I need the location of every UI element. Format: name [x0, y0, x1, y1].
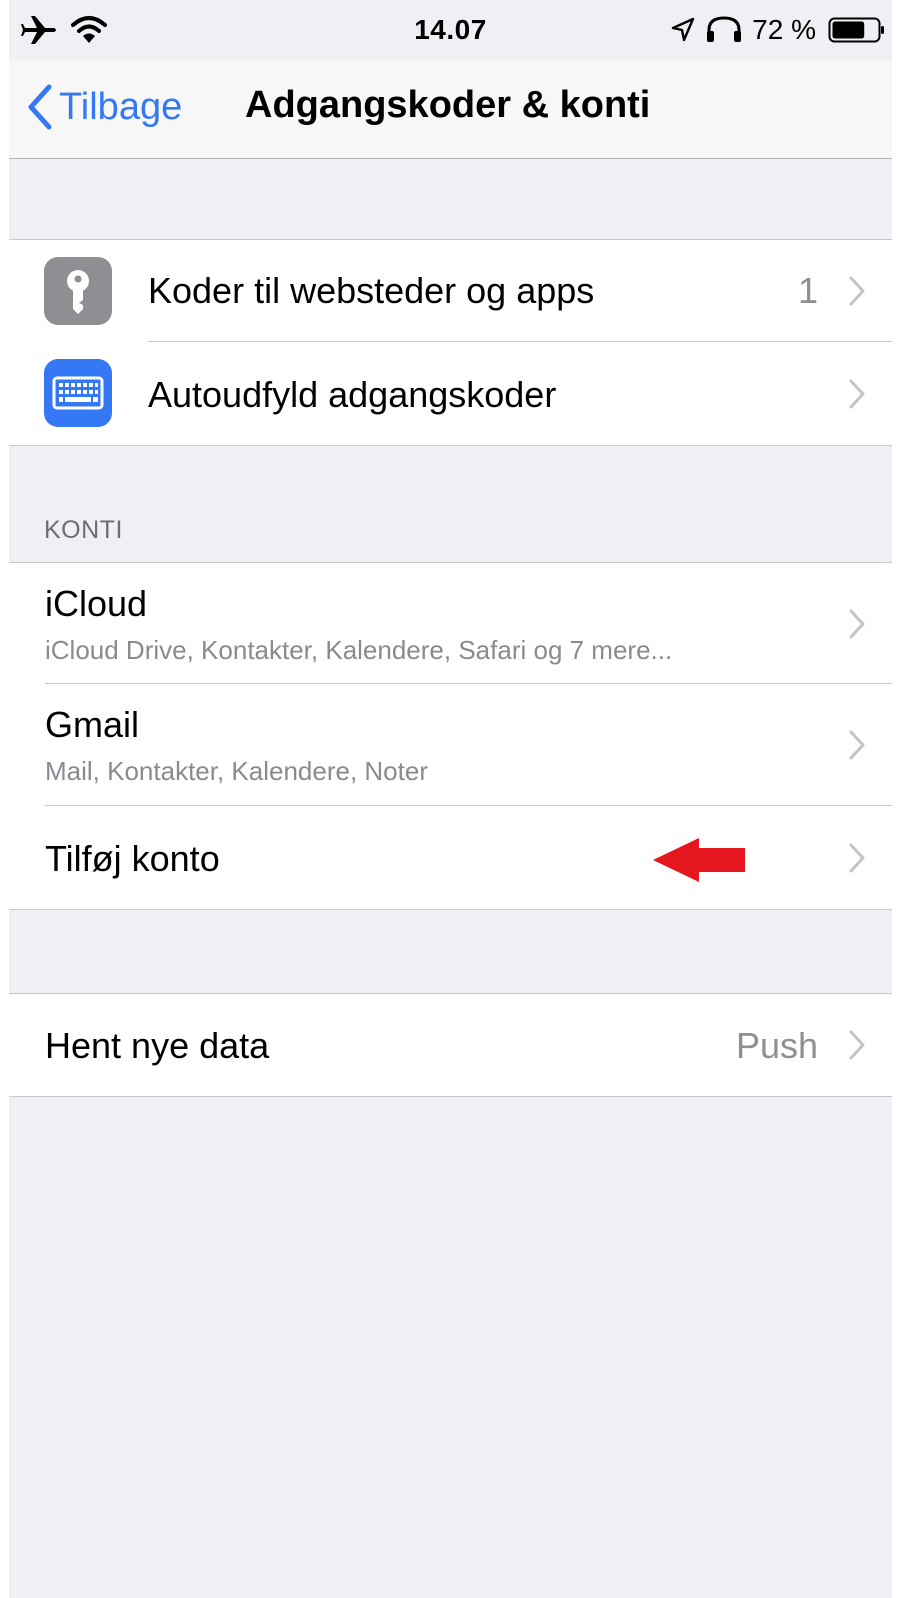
page-title: Adgangskoder & konti: [245, 84, 651, 126]
key-icon: [44, 257, 112, 325]
passwords-group: Koder til websteder og apps 1 Autoudfyld…: [9, 239, 892, 446]
account-services: Mail, Kontakter, Kalendere, Noter: [45, 756, 428, 786]
chevron-right-icon: [849, 730, 865, 760]
chevron-right-icon: [849, 843, 865, 873]
keyboard-icon: [44, 359, 112, 427]
section-header-accounts: KONTI: [44, 516, 123, 544]
account-row-icloud[interactable]: iCloud iCloud Drive, Kontakter, Kalender…: [9, 563, 892, 684]
chevron-right-icon: [849, 1030, 865, 1060]
headphones-icon: [707, 16, 742, 42]
passwords-websites-apps-row[interactable]: Koder til websteder og apps 1: [9, 240, 892, 342]
battery-icon: [828, 17, 884, 43]
status-bar: 14.07 72 %: [9, 0, 892, 60]
row-value: 1: [797, 270, 818, 311]
add-account-label: Tilføj konto: [45, 838, 220, 879]
fetch-group: Hent nye data Push: [9, 993, 892, 1097]
navigation-bar: Tilbage Adgangskoder & konti: [9, 60, 892, 159]
location-icon: [671, 17, 695, 42]
back-button[interactable]: Tilbage: [27, 80, 182, 134]
status-right: 72 %: [670, 12, 886, 48]
autofill-passwords-row[interactable]: Autoudfyld adgangskoder: [9, 342, 892, 445]
fetch-new-data-row[interactable]: Hent nye data Push: [9, 994, 892, 1096]
row-label: Koder til websteder og apps: [148, 270, 595, 311]
back-label: Tilbage: [59, 85, 183, 128]
chevron-right-icon: [849, 379, 865, 409]
add-account-row[interactable]: Tilføj konto: [9, 806, 892, 909]
chevron-right-icon: [849, 609, 865, 639]
account-name: Gmail: [45, 704, 140, 745]
settings-screen: 14.07 72 % Tilbage Adgangskoder & konti …: [9, 0, 892, 1598]
red-arrow-annotation-icon: [653, 838, 745, 882]
row-label: Hent nye data: [45, 1025, 270, 1066]
chevron-right-icon: [849, 276, 865, 306]
row-label: Autoudfyld adgangskoder: [148, 374, 557, 415]
row-value: Push: [735, 1025, 818, 1066]
account-services: iCloud Drive, Kontakter, Kalendere, Safa…: [45, 635, 673, 665]
accounts-group: iCloud iCloud Drive, Kontakter, Kalender…: [9, 562, 892, 910]
account-row-gmail[interactable]: Gmail Mail, Kontakter, Kalendere, Noter: [9, 684, 892, 806]
battery-percent: 72 %: [752, 14, 816, 45]
account-name: iCloud: [45, 583, 148, 624]
chevron-left-icon: [28, 84, 52, 130]
